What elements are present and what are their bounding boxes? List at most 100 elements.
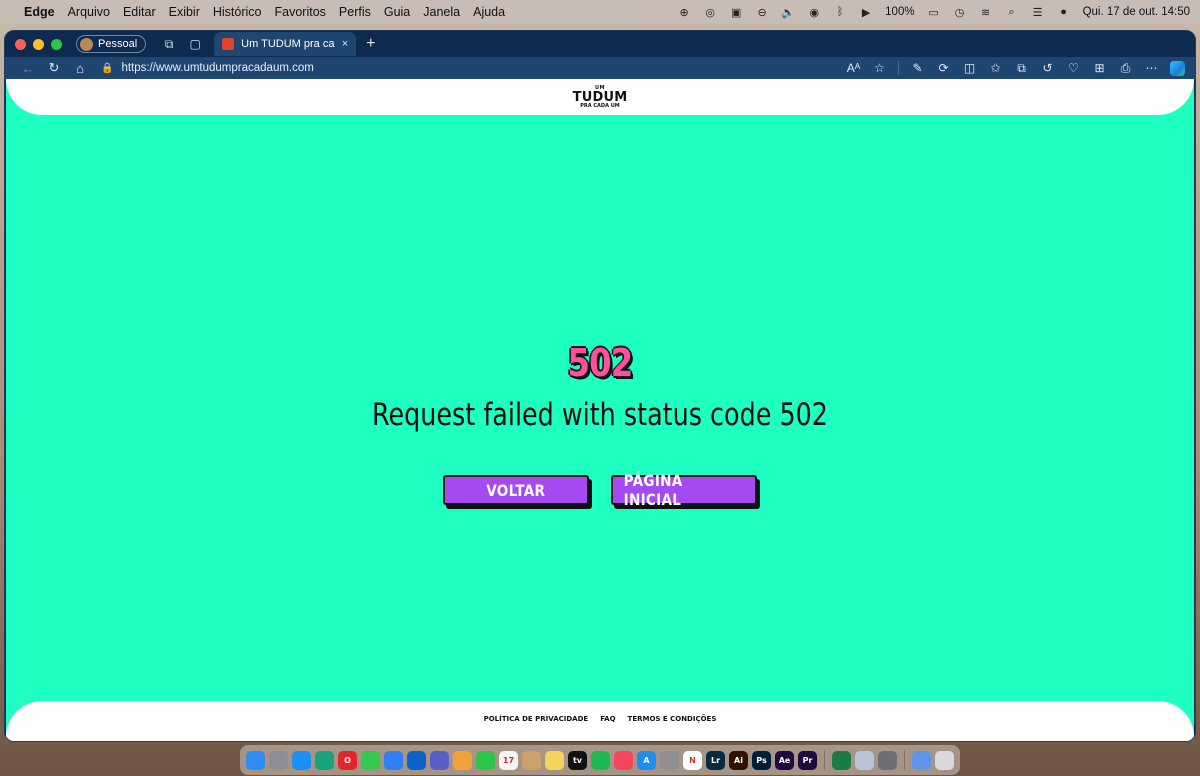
error-code: 502 [567,341,634,385]
performance-icon[interactable]: ♡ [1066,61,1081,75]
dock-edge-icon[interactable] [315,750,334,770]
dock-downloads-icon[interactable] [912,750,931,770]
siri-icon[interactable]: ● [1057,6,1071,18]
dock-calendar-icon[interactable]: 17 [499,750,518,770]
menu-item-janela[interactable]: Janela [423,5,460,19]
home-page-button-label: PÁGINA INICIAL [623,471,683,509]
dock-notes-icon[interactable] [545,750,564,770]
dock-spotify-icon[interactable] [591,750,610,770]
favorites-icon[interactable]: ✩ [988,61,1003,75]
status-area: ⊕ ◎ ▣ ⊖ 🔈 ◉ ᛒ ▶ 100% ▭ ◷ ≋ ⌕ ☰ ● Qui. 17… [677,6,1190,19]
dock-finder-alt-icon[interactable] [522,750,541,770]
extensions-icon[interactable]: ⊞ [1092,61,1107,75]
menu-item-arquivo[interactable]: Arquivo [68,5,110,19]
dock-divider [904,750,905,770]
dock-opera-icon[interactable]: O [338,750,357,770]
refresh-icon[interactable]: ↻ [41,60,67,76]
history-icon[interactable]: ↺ [1040,61,1055,75]
footer-link-terms[interactable]: TERMOS E CONDIÇÕES [628,715,717,723]
dock-finder-icon[interactable] [246,750,265,770]
back-button-label: VOLTAR [486,480,546,500]
pen-extension-icon[interactable]: ✎ [910,61,925,75]
copilot-icon[interactable] [1170,60,1185,76]
dock-trash-icon[interactable] [935,750,954,770]
toolbar-divider [898,61,899,75]
dock-launchpad-icon[interactable] [269,750,288,770]
screenshot-icon[interactable]: ⎙ [1118,61,1133,76]
menu-item-favoritos[interactable]: Favoritos [275,5,326,19]
menu-item-perfis[interactable]: Perfis [339,5,371,19]
menu-item-exibir[interactable]: Exibir [169,5,200,19]
dock-facetime-icon[interactable] [476,750,495,770]
dock-photoshop-icon[interactable]: Ps [752,750,771,770]
url-text[interactable]: https://www.umtudumpracadaum.com [121,62,313,74]
profile-button[interactable]: Pessoal [76,35,147,53]
home-icon[interactable]: ⌂ [67,61,93,76]
dock-premiere-icon[interactable]: Pr [798,750,817,770]
netflix-favicon-icon [222,38,235,50]
bluetooth-icon[interactable]: ᛒ [833,6,847,18]
dock-after-effects-icon[interactable]: Ae [775,750,794,770]
battery-percentage: 100% [885,6,915,18]
battery-icon[interactable]: ▭ [927,6,941,19]
tudum-logo[interactable]: UM TUDUM PRA CADA UM [573,85,628,109]
toolbar-actions: Aᴬ ☆ ✎ ⟳ ◫ ✩ ⧉ ↺ ♡ ⊞ ⎙ ⋯ [846,60,1185,76]
menu-item-historico[interactable]: Histórico [213,5,262,19]
error-message: Request failed with status code 502 [372,397,828,433]
browser-toolbar: ← ↻ ⌂ 🔒 https://www.umtudumpracadaum.com… [5,57,1195,79]
minimize-window-button[interactable] [33,38,44,50]
dock-calculator-icon[interactable] [878,750,897,770]
dock-safari-icon[interactable] [292,750,311,770]
menu-clock[interactable]: Qui. 17 de out. 14:50 [1083,6,1190,18]
workspaces-icon[interactable]: ⧉ [162,37,176,51]
dock-music-icon[interactable] [614,750,633,770]
favorite-star-icon[interactable]: ☆ [872,61,887,75]
dock-tv-icon[interactable]: tv [568,750,587,770]
creative-cloud-icon[interactable]: ◎ [703,6,717,19]
translate-icon[interactable]: ⊕ [677,6,691,19]
menu-item-ajuda[interactable]: Ajuda [473,5,505,19]
dock-preview-icon[interactable] [855,750,874,770]
more-options-icon[interactable]: ⋯ [1144,61,1159,75]
collections-icon[interactable]: ⧉ [1014,61,1029,76]
back-arrow-icon[interactable]: ← [15,61,41,76]
menu-item-guia[interactable]: Guia [384,5,410,19]
spotlight-search-icon[interactable]: ⌕ [1005,6,1019,18]
notification-icon[interactable]: ▣ [729,6,743,19]
dock-notion-icon[interactable]: N [683,750,702,770]
extension-icon[interactable]: ⟳ [936,61,951,75]
footer-link-privacy[interactable]: POLÍTICA DE PRIVACIDADE [484,715,589,723]
dock-excel-icon[interactable] [832,750,851,770]
dock-illustrator-icon[interactable]: Ai [729,750,748,770]
back-button[interactable]: VOLTAR [443,475,589,505]
dock-outlook-icon[interactable] [407,750,426,770]
airdrop-icon[interactable]: ◉ [807,6,821,19]
menu-item-editar[interactable]: Editar [123,5,156,19]
split-screen-icon[interactable]: ◫ [962,61,977,75]
close-window-button[interactable] [15,38,26,50]
dock-lightroom-icon[interactable]: Lr [706,750,725,770]
do-not-disturb-icon[interactable]: ⊖ [755,6,769,19]
footer-link-faq[interactable]: FAQ [600,715,615,723]
tab-active[interactable]: Um TUDUM pra cada um - Netflix × [214,32,357,56]
dock-photos-icon[interactable] [453,750,472,770]
lock-icon[interactable]: 🔒 [101,63,113,74]
dock-mail-icon[interactable] [384,750,403,770]
home-page-button[interactable]: PÁGINA INICIAL [611,471,757,509]
tab-close-icon[interactable]: × [342,38,348,50]
wifi-icon[interactable]: ≋ [979,6,993,19]
dock-settings-icon[interactable] [660,750,679,770]
dock-messages-icon[interactable] [361,750,380,770]
menu-app-name[interactable]: Edge [24,5,55,19]
play-icon[interactable]: ▶ [859,6,873,19]
new-tab-button[interactable]: + [366,35,375,53]
time-machine-icon[interactable]: ◷ [953,6,967,19]
dock-app-store-icon[interactable]: A [637,750,656,770]
volume-icon[interactable]: 🔈 [781,6,795,19]
read-aloud-icon[interactable]: Aᴬ [846,61,861,75]
address-bar[interactable]: 🔒 https://www.umtudumpracadaum.com [101,62,846,74]
dock-teams-icon[interactable] [430,750,449,770]
maximize-window-button[interactable] [51,38,62,50]
tab-actions-icon[interactable]: ▢ [188,37,202,51]
control-center-icon[interactable]: ☰ [1031,6,1045,19]
